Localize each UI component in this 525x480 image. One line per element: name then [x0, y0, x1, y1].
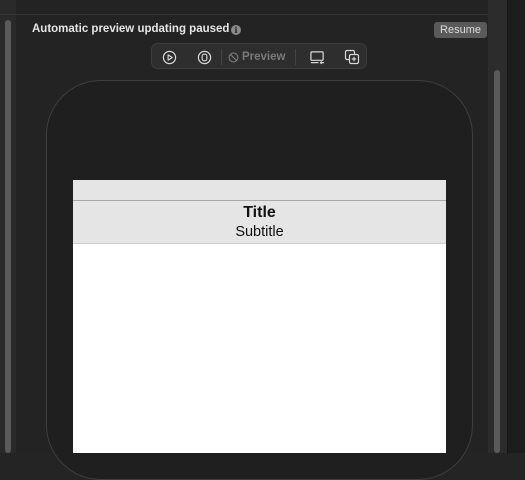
- live-preview-button[interactable]: [159, 47, 179, 67]
- duplicate-preview-button[interactable]: [342, 47, 362, 67]
- device-settings-icon: [309, 50, 324, 64]
- paused-message: Automatic preview updating paused: [32, 23, 230, 35]
- toolbar-separator: [295, 49, 296, 65]
- nav-title: Title: [243, 204, 276, 221]
- device-screen: Title Subtitle: [73, 180, 446, 453]
- status-bar-area: [73, 180, 446, 200]
- cursor-circle-icon: [197, 50, 211, 64]
- right-edge-panel: [507, 0, 525, 453]
- selectable-mode-button[interactable]: [194, 47, 214, 67]
- canvas-vertical-scrollbar[interactable]: [494, 70, 500, 453]
- device-settings-button[interactable]: [307, 47, 327, 67]
- preview-button[interactable]: Preview: [228, 47, 285, 67]
- preview-label: Preview: [242, 51, 286, 63]
- info-icon[interactable]: i: [231, 25, 241, 35]
- left-scrollbar[interactable]: [5, 20, 11, 453]
- navigation-bar: Title Subtitle: [73, 200, 446, 244]
- toolbar-separator: [221, 49, 222, 65]
- play-circle-icon: [162, 50, 176, 64]
- resume-button[interactable]: Resume: [434, 22, 487, 38]
- nav-subtitle: Subtitle: [235, 224, 284, 240]
- no-entry-icon: [228, 52, 239, 62]
- duplicate-preview-icon: [344, 49, 360, 65]
- top-divider: [0, 14, 507, 15]
- preview-toolbar: Preview: [151, 43, 367, 69]
